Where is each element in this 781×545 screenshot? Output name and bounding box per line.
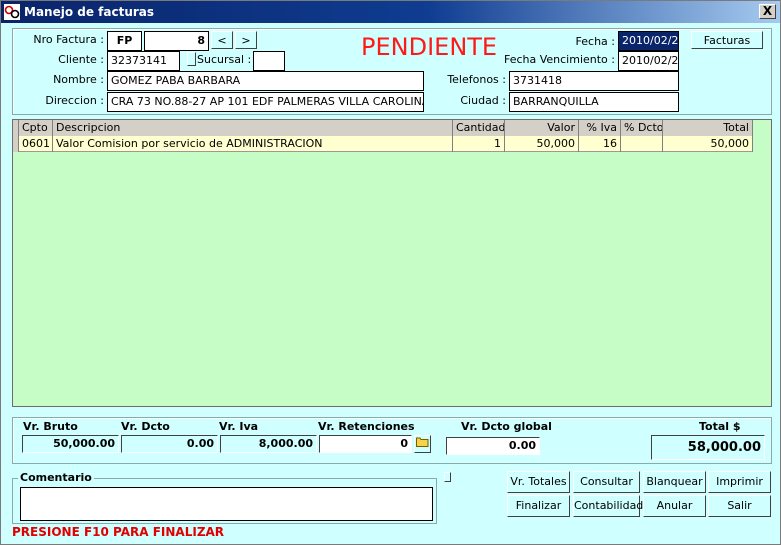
dcto-global-input[interactable]: 0.00: [446, 437, 540, 455]
table-row[interactable]: 0601 Valor Comision por servicio de ADMI…: [13, 136, 753, 152]
title-bar: Manejo de facturas X: [1, 1, 780, 23]
facturas-button[interactable]: Facturas: [691, 31, 763, 49]
cliente-input[interactable]: 32373141: [107, 51, 180, 71]
vr-totales-button[interactable]: Vr. Totales: [507, 471, 570, 493]
window-title: Manejo de facturas: [24, 5, 155, 19]
iva-value: 8,000.00: [220, 435, 317, 453]
bruto-label: Vr. Bruto: [23, 420, 78, 433]
bruto-value: 50,000.00: [22, 435, 119, 453]
prev-invoice-button[interactable]: <: [211, 31, 233, 49]
grid-header: Cpto Descripcion Cantidad Valor % Iva % …: [13, 120, 753, 136]
telefonos-label: Telefonos :: [447, 73, 506, 86]
imprimir-button[interactable]: Imprimir: [708, 471, 771, 493]
cell-cantidad[interactable]: 1: [453, 136, 505, 152]
iva-label: Vr. Iva: [219, 420, 259, 433]
column-header-valor[interactable]: Valor: [505, 120, 579, 136]
invoice-window: Manejo de facturas X Nro Factura : FP 8 …: [0, 0, 781, 545]
cell-cpto[interactable]: 0601: [19, 136, 53, 152]
nro-factura-label: Nro Factura :: [33, 33, 104, 46]
salir-button[interactable]: Salir: [708, 495, 771, 517]
comentario-input[interactable]: [20, 487, 433, 521]
nombre-input[interactable]: GOMEZ PABA BARBARA: [107, 71, 424, 91]
column-header-cantidad[interactable]: Cantidad: [453, 120, 505, 136]
invoice-detail-grid[interactable]: Cpto Descripcion Cantidad Valor % Iva % …: [12, 119, 772, 407]
close-button[interactable]: X: [759, 4, 776, 19]
sucursal-label: Sucursal :: [197, 53, 252, 66]
column-header-cpto[interactable]: Cpto: [19, 120, 53, 136]
dcto-value: 0.00: [121, 435, 218, 453]
dcto-global-label: Vr. Dcto global: [461, 420, 552, 433]
chevron-right-icon: >: [241, 34, 251, 47]
telefonos-input[interactable]: 3731418: [509, 71, 679, 91]
column-header-dcto[interactable]: % Dcto: [621, 120, 663, 136]
total-label: Total $: [699, 420, 741, 433]
total-value: 58,000.00: [651, 435, 765, 460]
cell-valor[interactable]: 50,000: [505, 136, 579, 152]
blanquear-button[interactable]: Blanquear: [643, 471, 706, 493]
next-invoice-button[interactable]: >: [235, 31, 257, 49]
cell-total[interactable]: 50,000: [663, 136, 753, 152]
app-icon: [4, 4, 20, 20]
folder-icon: [416, 437, 429, 447]
direccion-label: Direccion :: [45, 94, 104, 107]
contabilidad-button[interactable]: Contabilidad: [573, 495, 643, 517]
comentario-small-handle[interactable]: [444, 472, 451, 482]
column-header-iva[interactable]: % Iva: [579, 120, 621, 136]
cell-dcto[interactable]: [621, 136, 663, 152]
cliente-lookup-button[interactable]: [187, 52, 196, 66]
retenciones-input[interactable]: 0: [319, 435, 412, 453]
anular-button[interactable]: Anular: [643, 495, 706, 517]
fecha-input[interactable]: 2010/02/27: [618, 31, 679, 51]
finalizar-button[interactable]: Finalizar: [507, 495, 570, 517]
consultar-button[interactable]: Consultar: [573, 471, 640, 493]
cell-descripcion[interactable]: Valor Comision por servicio de ADMINISTR…: [53, 136, 453, 152]
column-header-descripcion[interactable]: Descripcion: [53, 120, 453, 136]
nro-factura-prefix[interactable]: FP: [107, 31, 142, 51]
chevron-left-icon: <: [217, 34, 227, 47]
fecha-vencimiento-input[interactable]: 2010/02/27: [618, 51, 679, 71]
footer-hint: PRESIONE F10 PARA FINALIZAR: [12, 525, 225, 539]
ciudad-label: Ciudad :: [460, 94, 506, 107]
fecha-label: Fecha :: [575, 35, 615, 48]
sucursal-input[interactable]: [253, 51, 285, 71]
direccion-input[interactable]: CRA 73 NO.88-27 AP 101 EDF PALMERAS VILL…: [107, 92, 424, 112]
comentario-label: Comentario: [18, 471, 94, 484]
column-header-total[interactable]: Total: [663, 120, 753, 136]
close-icon: X: [762, 4, 773, 18]
nombre-label: Nombre :: [53, 73, 104, 86]
ciudad-input[interactable]: BARRANQUILLA: [509, 92, 679, 112]
nro-factura-input[interactable]: 8: [144, 31, 209, 51]
cliente-label: Cliente :: [58, 53, 104, 66]
dcto-label: Vr. Dcto: [121, 420, 170, 433]
retenciones-label: Vr. Retenciones: [318, 420, 415, 433]
cell-iva[interactable]: 16: [579, 136, 621, 152]
status-label: PENDIENTE: [361, 33, 498, 61]
fecha-vencimiento-label: Fecha Vencimiento :: [503, 53, 615, 66]
retenciones-folder-button[interactable]: [414, 435, 431, 453]
